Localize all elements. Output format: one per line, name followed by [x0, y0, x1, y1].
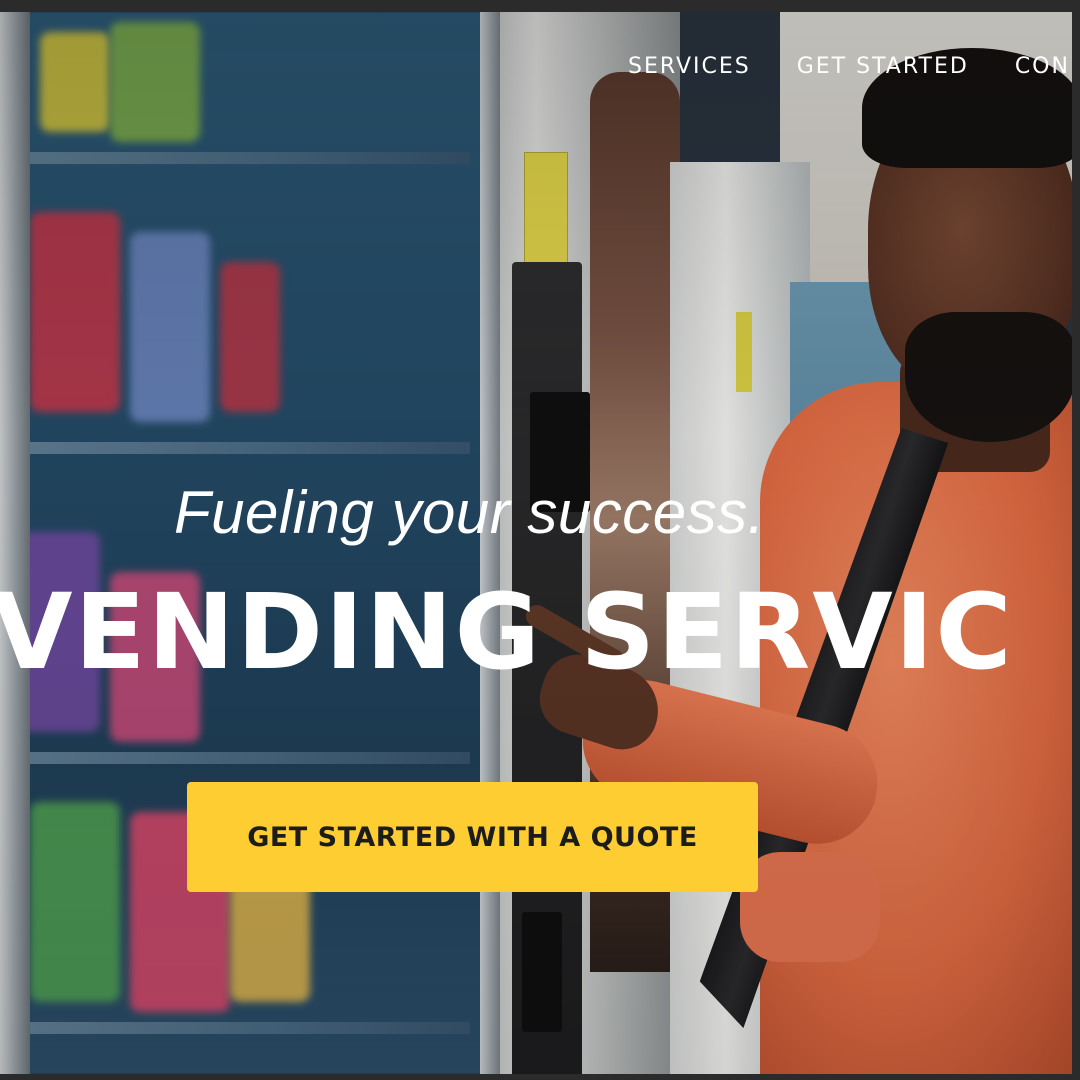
get-quote-button[interactable]: GET STARTED WITH A QUOTE	[187, 782, 758, 892]
hero-tagline: Fueling your success.	[174, 479, 765, 546]
hero-section: SERVICES GET STARTED CON Fueling your su…	[0, 12, 1072, 1074]
nav-link-contact[interactable]: CON	[1015, 52, 1070, 82]
hero-headline: VENDING SERVIC	[0, 571, 1014, 693]
nav-link-services[interactable]: SERVICES	[628, 52, 751, 82]
nav-link-get-started[interactable]: GET STARTED	[797, 52, 969, 82]
main-nav: SERVICES GET STARTED CON	[628, 52, 1072, 82]
